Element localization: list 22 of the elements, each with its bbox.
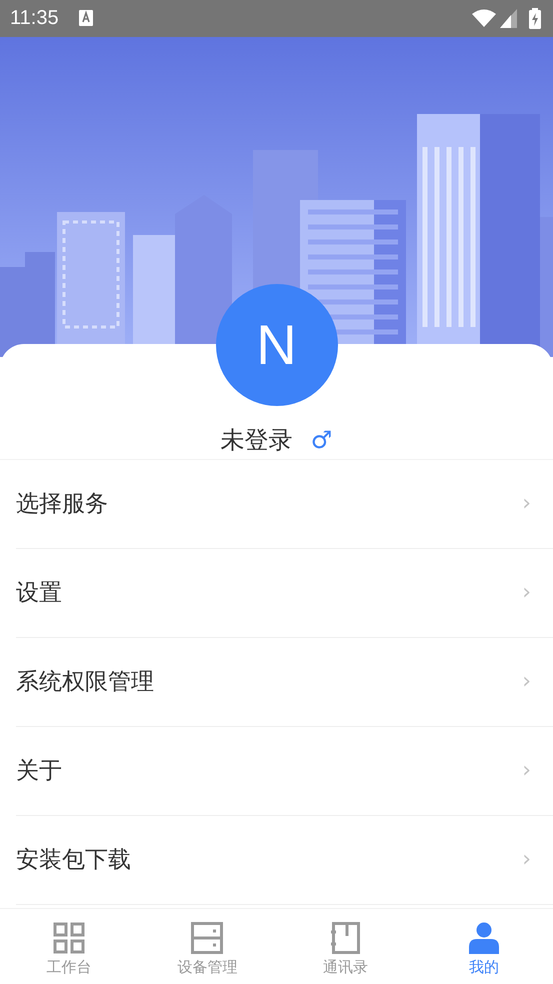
cabinet-icon [191, 922, 224, 954]
keyboard-icon [78, 10, 93, 26]
battery-icon [529, 8, 541, 29]
menu-item[interactable]: 关于 › [16, 726, 553, 816]
user-name: 未登录 [220, 424, 293, 456]
chevron-icon: › [522, 580, 531, 606]
notebook-icon [330, 922, 362, 954]
wifi-icon [472, 9, 496, 28]
gender-symbol: ♂ [310, 426, 332, 454]
status-time: 11:35 [10, 6, 59, 30]
chevron-icon: › [522, 847, 531, 872]
chevron-icon: › [522, 669, 531, 694]
menu-item[interactable]: 设置 › [16, 548, 553, 638]
tab[interactable]: 我的 [414, 909, 553, 984]
menu-item[interactable]: 系统权限管理 › [16, 638, 553, 727]
person-icon [468, 922, 499, 954]
menu-item[interactable]: 选择服务 › [16, 460, 553, 549]
menu-item[interactable]: 安装包下载 › [16, 816, 553, 905]
grid-icon [53, 922, 86, 954]
chevron-icon: › [522, 491, 531, 516]
signal-icon [500, 8, 517, 28]
chevron-icon: › [522, 758, 531, 784]
